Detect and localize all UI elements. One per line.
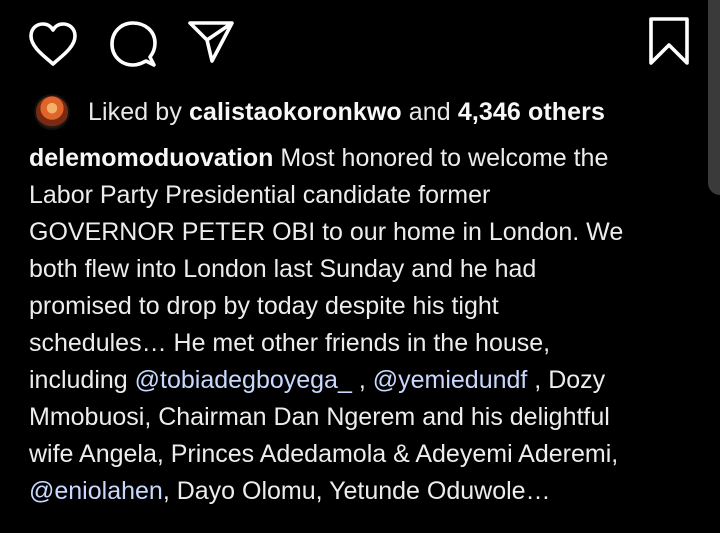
comment-bubble-icon[interactable] [108,19,158,69]
likes-prefix: Liked by [88,97,182,126]
caption-line: GOVERNOR PETER OBI to our home in London… [29,214,709,251]
caption-text: , Dozy [527,366,606,394]
scrollbar[interactable] [708,0,720,195]
mention-link[interactable]: @yemiedundf [373,366,528,394]
liker-username[interactable]: calistaokoronkwo [189,98,402,126]
likes-summary[interactable]: Liked by calistaokoronkwo and 4,346 othe… [34,92,605,132]
caption-line: wife Angela, Princes Adedamola & Adeyemi… [29,436,709,473]
likes-others-count[interactable]: 4,346 others [458,98,605,126]
likes-connector: and [408,97,451,126]
caption-text: wife Angela, Princes Adedamola & Adeyemi… [29,440,619,468]
caption-text: including [29,366,135,394]
post-caption: delemomoduovation Most honored to welcom… [29,140,709,510]
caption-username[interactable]: delemomoduovation [29,144,273,172]
caption-text: promised to drop by today despite his ti… [29,292,499,320]
mention-link[interactable]: @tobiadegboyega_ [135,366,352,394]
paper-plane-icon[interactable] [186,19,236,65]
caption-text: schedules… He met other friends in the h… [29,329,551,357]
caption-line: @eniolahen, Dayo Olomu, Yetunde Oduwole… [29,473,709,510]
caption-text: Most honored to welcome the [273,144,609,172]
liker-avatar[interactable] [34,94,70,130]
caption-text: GOVERNOR PETER OBI to our home in London… [29,218,624,246]
caption-line: Mmobuosi, Chairman Dan Ngerem and his de… [29,399,709,436]
caption-text: Mmobuosi, Chairman Dan Ngerem and his de… [29,403,610,431]
caption-line: both flew into London last Sunday and he… [29,251,709,288]
caption-line: delemomoduovation Most honored to welcom… [29,140,709,177]
caption-line: schedules… He met other friends in the h… [29,325,709,362]
caption-text: both flew into London last Sunday and he… [29,255,537,283]
post-action-bar [0,0,720,80]
mention-link[interactable]: @eniolahen [29,477,163,505]
caption-line: promised to drop by today despite his ti… [29,288,709,325]
caption-text: Labor Party Presidential candidate forme… [29,181,491,209]
caption-text: , [351,366,373,394]
bookmark-icon[interactable] [647,15,691,67]
caption-text: , Dayo Olomu, Yetunde Oduwole… [162,477,551,505]
caption-line: including @tobiadegboyega_ , @yemiedundf… [29,362,709,399]
heart-icon[interactable] [27,20,79,68]
caption-line: Labor Party Presidential candidate forme… [29,177,709,214]
likes-text: Liked by calistaokoronkwo and 4,346 othe… [88,98,605,127]
